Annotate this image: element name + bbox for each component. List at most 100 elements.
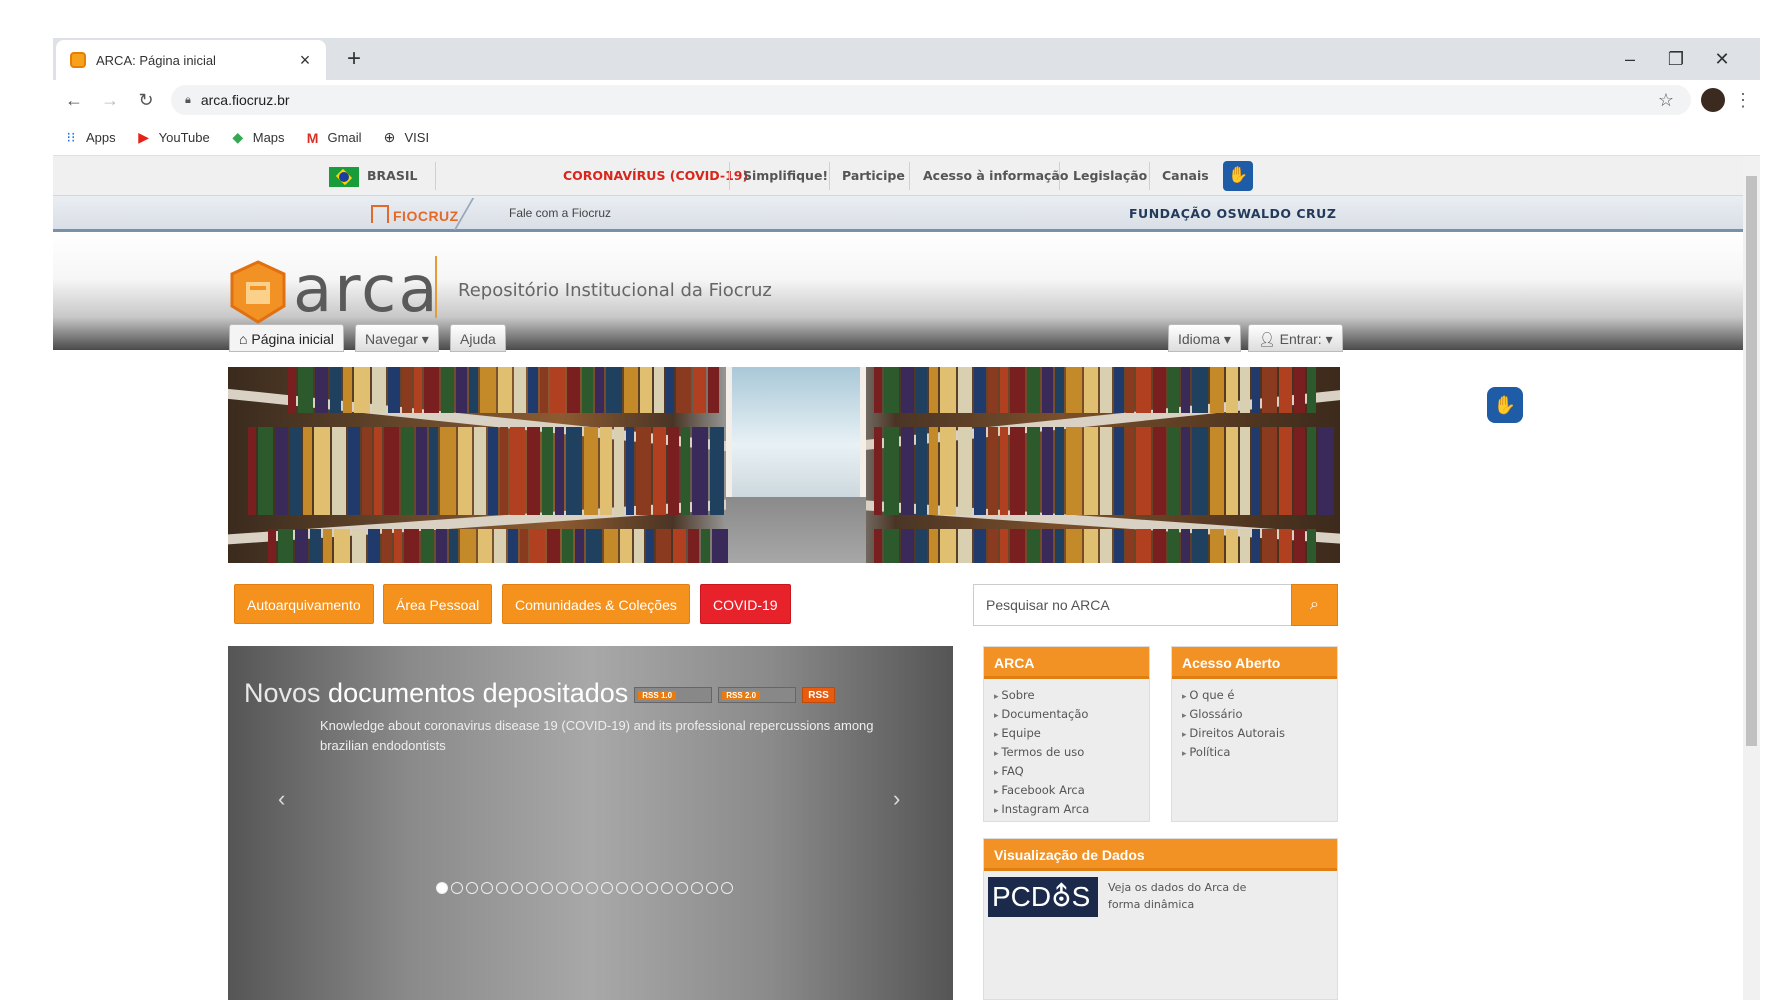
- profile-avatar[interactable]: [1701, 88, 1725, 112]
- carousel-dot[interactable]: [631, 882, 643, 894]
- panel-link[interactable]: Documentação: [994, 706, 1149, 725]
- bookmark-maps[interactable]: ◆ Maps: [230, 129, 284, 146]
- close-window-icon[interactable]: ✕: [1699, 38, 1745, 80]
- comunidades-button[interactable]: Comunidades & Coleções: [502, 584, 690, 624]
- reload-icon[interactable]: ↻: [131, 85, 161, 115]
- covid-button[interactable]: COVID-19: [700, 584, 791, 624]
- book-spine: [382, 529, 392, 563]
- carousel-dot[interactable]: [511, 882, 523, 894]
- rss1-feed-badge[interactable]: RSS 1.0: [634, 686, 713, 703]
- book-spine: [1294, 529, 1305, 563]
- carousel-dot[interactable]: [571, 882, 583, 894]
- panel-link[interactable]: Termos de uso: [994, 744, 1149, 763]
- header-tagline: Repositório Institucional da Fiocruz: [458, 280, 772, 301]
- minimize-icon[interactable]: –: [1607, 38, 1653, 80]
- gov-canais-link[interactable]: Canais: [1162, 156, 1209, 196]
- book-spine: [555, 427, 564, 515]
- carousel-prev-icon[interactable]: ‹: [278, 786, 285, 812]
- bookmark-visi[interactable]: ⊕ VISI: [381, 129, 429, 146]
- gov-acesso-link[interactable]: Acesso à informação: [923, 156, 1068, 196]
- carousel-next-icon[interactable]: ›: [893, 786, 900, 812]
- book-spine: [701, 529, 710, 563]
- carousel-dot[interactable]: [616, 882, 628, 894]
- carousel-dot[interactable]: [586, 882, 598, 894]
- book-spine: [248, 427, 256, 515]
- rss-feed-badge[interactable]: RSS: [802, 686, 835, 703]
- back-icon[interactable]: ←: [59, 85, 89, 115]
- nav-navegar-button[interactable]: Navegar ▾: [355, 324, 439, 352]
- panel-link[interactable]: Política: [1182, 744, 1337, 763]
- carousel-dot[interactable]: [466, 882, 478, 894]
- panel-link[interactable]: FAQ: [994, 763, 1149, 782]
- carousel-dot[interactable]: [706, 882, 718, 894]
- pcds-logo[interactable]: PCD⛢S: [988, 877, 1098, 917]
- gov-covid-link[interactable]: CORONAVÍRUS (COVID-19): [563, 156, 748, 196]
- arca-wordmark: arca: [293, 253, 440, 327]
- book-spine: [929, 427, 938, 515]
- nav-home-button[interactable]: ⌂ Página inicial: [229, 324, 344, 352]
- search-input[interactable]: Pesquisar no ARCA: [973, 584, 1291, 626]
- gov-brasil-link[interactable]: BRASIL: [329, 156, 417, 196]
- page-scrollbar[interactable]: [1743, 156, 1760, 1000]
- gov-participe-link[interactable]: Participe: [842, 156, 905, 196]
- carousel-dot[interactable]: [541, 882, 553, 894]
- carousel-dot[interactable]: [481, 882, 493, 894]
- panel-link[interactable]: Facebook Arca: [994, 782, 1149, 801]
- nav-entrar-button[interactable]: 👤︎ Entrar: ▾: [1248, 324, 1343, 352]
- fiocruz-logo[interactable]: FIOCRUZ: [371, 202, 459, 230]
- book-spine: [460, 529, 476, 563]
- bookmark-star-icon[interactable]: ☆: [1651, 85, 1681, 115]
- nav-home-label: Página inicial: [251, 331, 334, 347]
- carousel-dot[interactable]: [496, 882, 508, 894]
- close-tab-icon[interactable]: ×: [296, 50, 314, 71]
- scrollbar-thumb[interactable]: [1746, 176, 1757, 746]
- carousel-dot[interactable]: [601, 882, 613, 894]
- bookmark-youtube[interactable]: ▶ YouTube: [136, 129, 209, 146]
- panel-link[interactable]: O que é: [1182, 687, 1337, 706]
- area-pessoal-button[interactable]: Área Pessoal: [383, 584, 493, 624]
- nav-idioma-button[interactable]: Idioma ▾: [1168, 324, 1241, 352]
- carousel-dot[interactable]: [451, 882, 463, 894]
- carousel-dot[interactable]: [436, 882, 448, 894]
- panel-link[interactable]: Sobre: [994, 687, 1149, 706]
- gmail-icon: M: [306, 129, 319, 146]
- book-spine: [1181, 529, 1190, 563]
- nav-ajuda-button[interactable]: Ajuda: [450, 324, 506, 352]
- floating-accessibility-icon[interactable]: ✋: [1487, 387, 1523, 423]
- address-bar[interactable]: 🔒︎ arca.fiocruz.br: [171, 85, 1691, 115]
- panel-link[interactable]: Equipe: [994, 725, 1149, 744]
- new-tab-button[interactable]: +: [339, 44, 369, 74]
- carousel-dot[interactable]: [676, 882, 688, 894]
- carousel-dot[interactable]: [646, 882, 658, 894]
- panel-link[interactable]: Glossário: [1182, 706, 1337, 725]
- gov-legislacao-link[interactable]: Legislação: [1073, 156, 1147, 196]
- browser-window: ARCA: Página inicial × + – ❐ ✕ ← → ↻ 🔒︎ …: [53, 38, 1760, 1000]
- gov-simplifique-link[interactable]: Simplifique!: [743, 156, 828, 196]
- rss2-feed-badge[interactable]: RSS 2.0: [718, 686, 797, 703]
- panel-link[interactable]: Direitos Autorais: [1182, 725, 1337, 744]
- forward-icon[interactable]: →: [95, 85, 125, 115]
- fale-com-fiocruz-link[interactable]: Fale com a Fiocruz: [509, 206, 611, 220]
- book-spine: [929, 367, 938, 413]
- bookmark-gmail[interactable]: M Gmail: [305, 130, 362, 146]
- carousel-dot[interactable]: [721, 882, 733, 894]
- book-spine: [1042, 427, 1053, 515]
- carousel-dot[interactable]: [526, 882, 538, 894]
- search-button[interactable]: ⌕: [1291, 584, 1338, 626]
- bookmark-apps[interactable]: ⁝⁝ Apps: [63, 129, 116, 146]
- book-spine: [988, 427, 998, 515]
- arca-logo-icon[interactable]: [228, 260, 288, 324]
- book-spine: [469, 367, 478, 413]
- menu-kebab-icon[interactable]: ⋮: [1733, 86, 1753, 114]
- autoarquivamento-button[interactable]: Autoarquivamento: [234, 584, 374, 624]
- browser-tab[interactable]: ARCA: Página inicial ×: [56, 40, 326, 80]
- pcds-link[interactable]: Veja os dados do Arca de forma dinâmica: [1108, 879, 1278, 913]
- maximize-icon[interactable]: ❐: [1653, 38, 1699, 80]
- accessibility-icon[interactable]: ✋: [1223, 161, 1253, 191]
- carousel-dot[interactable]: [661, 882, 673, 894]
- book-spine: [1084, 529, 1098, 563]
- carousel-dot[interactable]: [691, 882, 703, 894]
- carousel-item-link[interactable]: Knowledge about coronavirus disease 19 (…: [320, 716, 880, 756]
- carousel-dot[interactable]: [556, 882, 568, 894]
- panel-link[interactable]: Instagram Arca: [994, 801, 1149, 820]
